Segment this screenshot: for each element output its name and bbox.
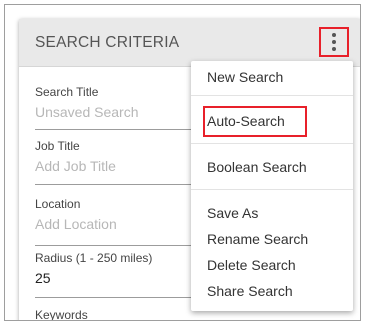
menu-item-share-search[interactable]: Share Search xyxy=(207,283,293,299)
menu-item-auto-search[interactable]: Auto-Search xyxy=(207,113,285,129)
screenshot-frame: SEARCH CRITERIA Search Title Unsaved Sea… xyxy=(4,4,361,321)
menu-item-new-search[interactable]: New Search xyxy=(207,69,283,85)
menu-item-delete-search[interactable]: Delete Search xyxy=(207,257,296,273)
menu-item-save-as[interactable]: Save As xyxy=(207,205,258,221)
menu-item-boolean-search[interactable]: Boolean Search xyxy=(207,159,307,175)
card-header: SEARCH CRITERIA xyxy=(19,19,360,67)
menu-item-rename-search[interactable]: Rename Search xyxy=(207,231,308,247)
search-options-menu: New Search Auto-Search Boolean Search Sa… xyxy=(191,61,353,311)
menu-divider xyxy=(191,189,353,190)
more-vert-icon[interactable] xyxy=(319,27,349,57)
menu-divider xyxy=(191,95,353,96)
menu-divider xyxy=(191,143,353,144)
card-title: SEARCH CRITERIA xyxy=(35,34,180,51)
